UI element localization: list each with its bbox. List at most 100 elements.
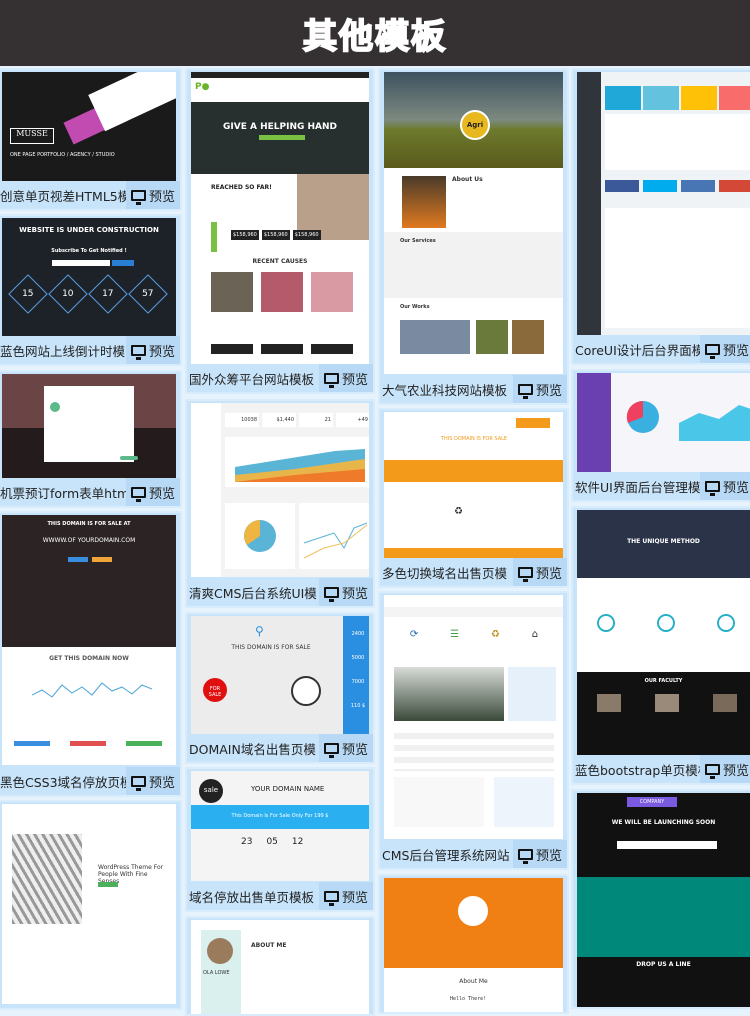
preview-label: 预览 <box>148 486 175 502</box>
template-thumbnail[interactable]: THIS DOMAIN IS FOR SALE ♻ <box>384 412 563 558</box>
template-card[interactable]: COMPANY WE WILL BE LAUNCHING SOON DROP U… <box>571 789 750 1009</box>
preview-button[interactable]: 预览 <box>319 364 373 392</box>
preview-button[interactable]: 预览 <box>126 767 180 795</box>
template-card[interactable]: sale YOUR DOMAIN NAME This Domain Is For… <box>185 767 375 912</box>
template-card[interactable]: ⟳ ☰ ♻ ⌂ CMS后台管理系统网站 预览 <box>378 591 569 870</box>
thumb-text: Our Services <box>400 238 436 244</box>
template-title: 黑色CSS3域名停放页模 <box>0 774 126 790</box>
thumb-text: About Us <box>452 176 483 183</box>
template-thumbnail[interactable]: COMPANY WE WILL BE LAUNCHING SOON DROP U… <box>577 793 750 1007</box>
thumb-logo: Agri <box>460 110 490 140</box>
template-card[interactable]: About Me Hello There! <box>378 874 569 1014</box>
template-card[interactable]: Agri About Us Our Services Our Works 大气农… <box>378 68 569 405</box>
preview-label: 预览 <box>535 383 562 399</box>
template-thumbnail[interactable]: sale YOUR DOMAIN NAME This Domain Is For… <box>191 771 369 881</box>
preview-button[interactable]: 预览 <box>513 375 567 403</box>
preview-label: 预览 <box>535 566 562 582</box>
price: 7000 <box>351 679 365 685</box>
thumb-text: Subscribe To Get Notified ! <box>51 248 127 254</box>
monitor-icon <box>323 586 339 602</box>
count: 23 <box>241 837 253 847</box>
monitor-icon <box>130 775 146 791</box>
template-card[interactable]: WEBSITE IS UNDER CONSTRUCTION Subscribe … <box>0 214 182 366</box>
template-thumbnail[interactable] <box>577 72 750 336</box>
template-card[interactable]: WordPress Theme For People With Fine Sen… <box>0 800 182 1010</box>
thumb-brand: COMPANY <box>627 797 677 807</box>
thumb-stat: 21 <box>299 413 333 427</box>
template-title: 软件UI界面后台管理模 <box>575 479 700 495</box>
thumb-text: WWWW.OF YOURDOMAIN.COM <box>42 537 136 544</box>
price: 5000 <box>351 655 365 661</box>
template-thumbnail[interactable]: 10038 $1,440 21 +49 <box>191 403 369 577</box>
thumb-heading: THIS DOMAIN IS FOR SALE AT <box>47 521 131 527</box>
countdown-value: 15 <box>22 288 34 299</box>
preview-button[interactable]: 预览 <box>126 336 180 364</box>
preview-button[interactable]: 预览 <box>700 472 750 500</box>
template-thumbnail[interactable] <box>2 374 176 478</box>
monitor-icon <box>323 372 339 388</box>
page-header: 其他模板 <box>0 0 750 66</box>
template-card[interactable]: OLA LOWE ABOUT ME <box>185 916 375 1016</box>
template-title: 清爽CMS后台系统UI模 <box>189 585 317 601</box>
recycle-icon: ♻ <box>454 506 463 517</box>
template-thumbnail[interactable]: About Me Hello There! <box>384 878 563 1012</box>
preview-button[interactable]: 预览 <box>319 882 373 910</box>
preview-button[interactable]: 预览 <box>319 734 373 762</box>
template-thumbnail[interactable]: ⟳ ☰ ♻ ⌂ <box>384 595 563 839</box>
thumb-heading: YOUR DOMAIN NAME <box>251 785 325 793</box>
template-card[interactable]: THE UNIQUE METHOD OUR FACULTY 蓝色bootstra… <box>571 506 750 785</box>
template-card[interactable]: P● GIVE A HELPING HAND REACHED SO FAR! $… <box>185 68 375 394</box>
thumb-text: ONE PAGE PORTFOLIO / AGENCY / STUDIO <box>10 152 115 158</box>
preview-label: 预览 <box>341 372 368 388</box>
thumb-banner: This Domain Is For Sale Only For 199 $ <box>191 805 369 829</box>
preview-button[interactable]: 预览 <box>319 578 373 606</box>
preview-button[interactable]: 预览 <box>126 181 180 209</box>
preview-button[interactable]: 预览 <box>700 335 750 363</box>
thumb-heading: THIS DOMAIN IS FOR SALE <box>440 436 508 442</box>
template-thumbnail[interactable]: OLA LOWE ABOUT ME <box>191 920 369 1014</box>
preview-label: 预览 <box>341 742 368 758</box>
price: 110 $ <box>350 703 366 709</box>
template-title: 国外众筹平台网站模板 <box>189 371 315 387</box>
monitor-icon <box>323 890 339 906</box>
template-card[interactable]: THIS DOMAIN IS FOR SALE AT WWWW.OF YOURD… <box>0 511 182 797</box>
template-card[interactable]: THIS DOMAIN IS FOR SALE ♻ 多色切换域名出售页模 预览 <box>378 408 569 588</box>
template-thumbnail[interactable]: WordPress Theme For People With Fine Sen… <box>2 804 176 1004</box>
template-card[interactable]: ⚲ THIS DOMAIN IS FOR SALE FOR SALE 2400 5… <box>185 612 375 764</box>
template-thumbnail[interactable]: WEBSITE IS UNDER CONSTRUCTION Subscribe … <box>2 218 176 336</box>
template-card[interactable]: 机票预订form表单html 预览 <box>0 370 182 508</box>
count: 05 <box>266 837 278 847</box>
template-title: CoreUI设计后台界面模 <box>575 342 700 358</box>
monitor-icon <box>130 189 146 205</box>
monitor-icon <box>130 344 146 360</box>
bike-icon: ⚲ <box>255 624 264 638</box>
template-thumbnail[interactable]: MUSSE ONE PAGE PORTFOLIO / AGENCY / STUD… <box>2 72 176 182</box>
thumb-heading: WEBSITE IS UNDER CONSTRUCTION <box>19 226 159 234</box>
thumb-text: OLA LOWE <box>203 970 230 976</box>
preview-label: 预览 <box>722 343 749 359</box>
template-thumbnail[interactable]: Agri About Us Our Services Our Works <box>384 72 563 374</box>
preview-button[interactable]: 预览 <box>700 755 750 783</box>
monitor-icon <box>704 343 720 359</box>
preview-label: 预览 <box>535 848 562 864</box>
template-card[interactable]: MUSSE ONE PAGE PORTFOLIO / AGENCY / STUD… <box>0 68 182 211</box>
template-card[interactable]: 10038 $1,440 21 +49 清爽CMS后台系统UI模 预览 <box>185 399 375 608</box>
thumb-amount: $158,960 <box>292 230 321 240</box>
thumb-text: DROP US A LINE <box>636 961 691 968</box>
template-card[interactable]: CoreUI设计后台界面模 预览 <box>571 68 750 365</box>
preview-button[interactable]: 预览 <box>126 478 180 506</box>
preview-button[interactable]: 预览 <box>513 558 567 586</box>
thumb-stat: +49 <box>336 413 369 427</box>
countdown-value: 57 <box>142 288 154 299</box>
template-thumbnail[interactable]: ⚲ THIS DOMAIN IS FOR SALE FOR SALE 2400 5… <box>191 616 369 734</box>
monitor-icon <box>130 486 146 502</box>
monitor-icon <box>517 848 533 864</box>
template-title: CMS后台管理系统网站 <box>382 847 510 863</box>
template-title: 大气农业科技网站模板 <box>382 382 508 398</box>
template-thumbnail[interactable]: THIS DOMAIN IS FOR SALE AT WWWW.OF YOURD… <box>2 515 176 765</box>
preview-button[interactable]: 预览 <box>513 840 567 868</box>
template-thumbnail[interactable]: P● GIVE A HELPING HAND REACHED SO FAR! $… <box>191 72 369 366</box>
template-card[interactable]: 软件UI界面后台管理模 预览 <box>571 369 750 502</box>
template-thumbnail[interactable]: THE UNIQUE METHOD OUR FACULTY <box>577 510 750 756</box>
template-thumbnail[interactable] <box>577 373 750 473</box>
